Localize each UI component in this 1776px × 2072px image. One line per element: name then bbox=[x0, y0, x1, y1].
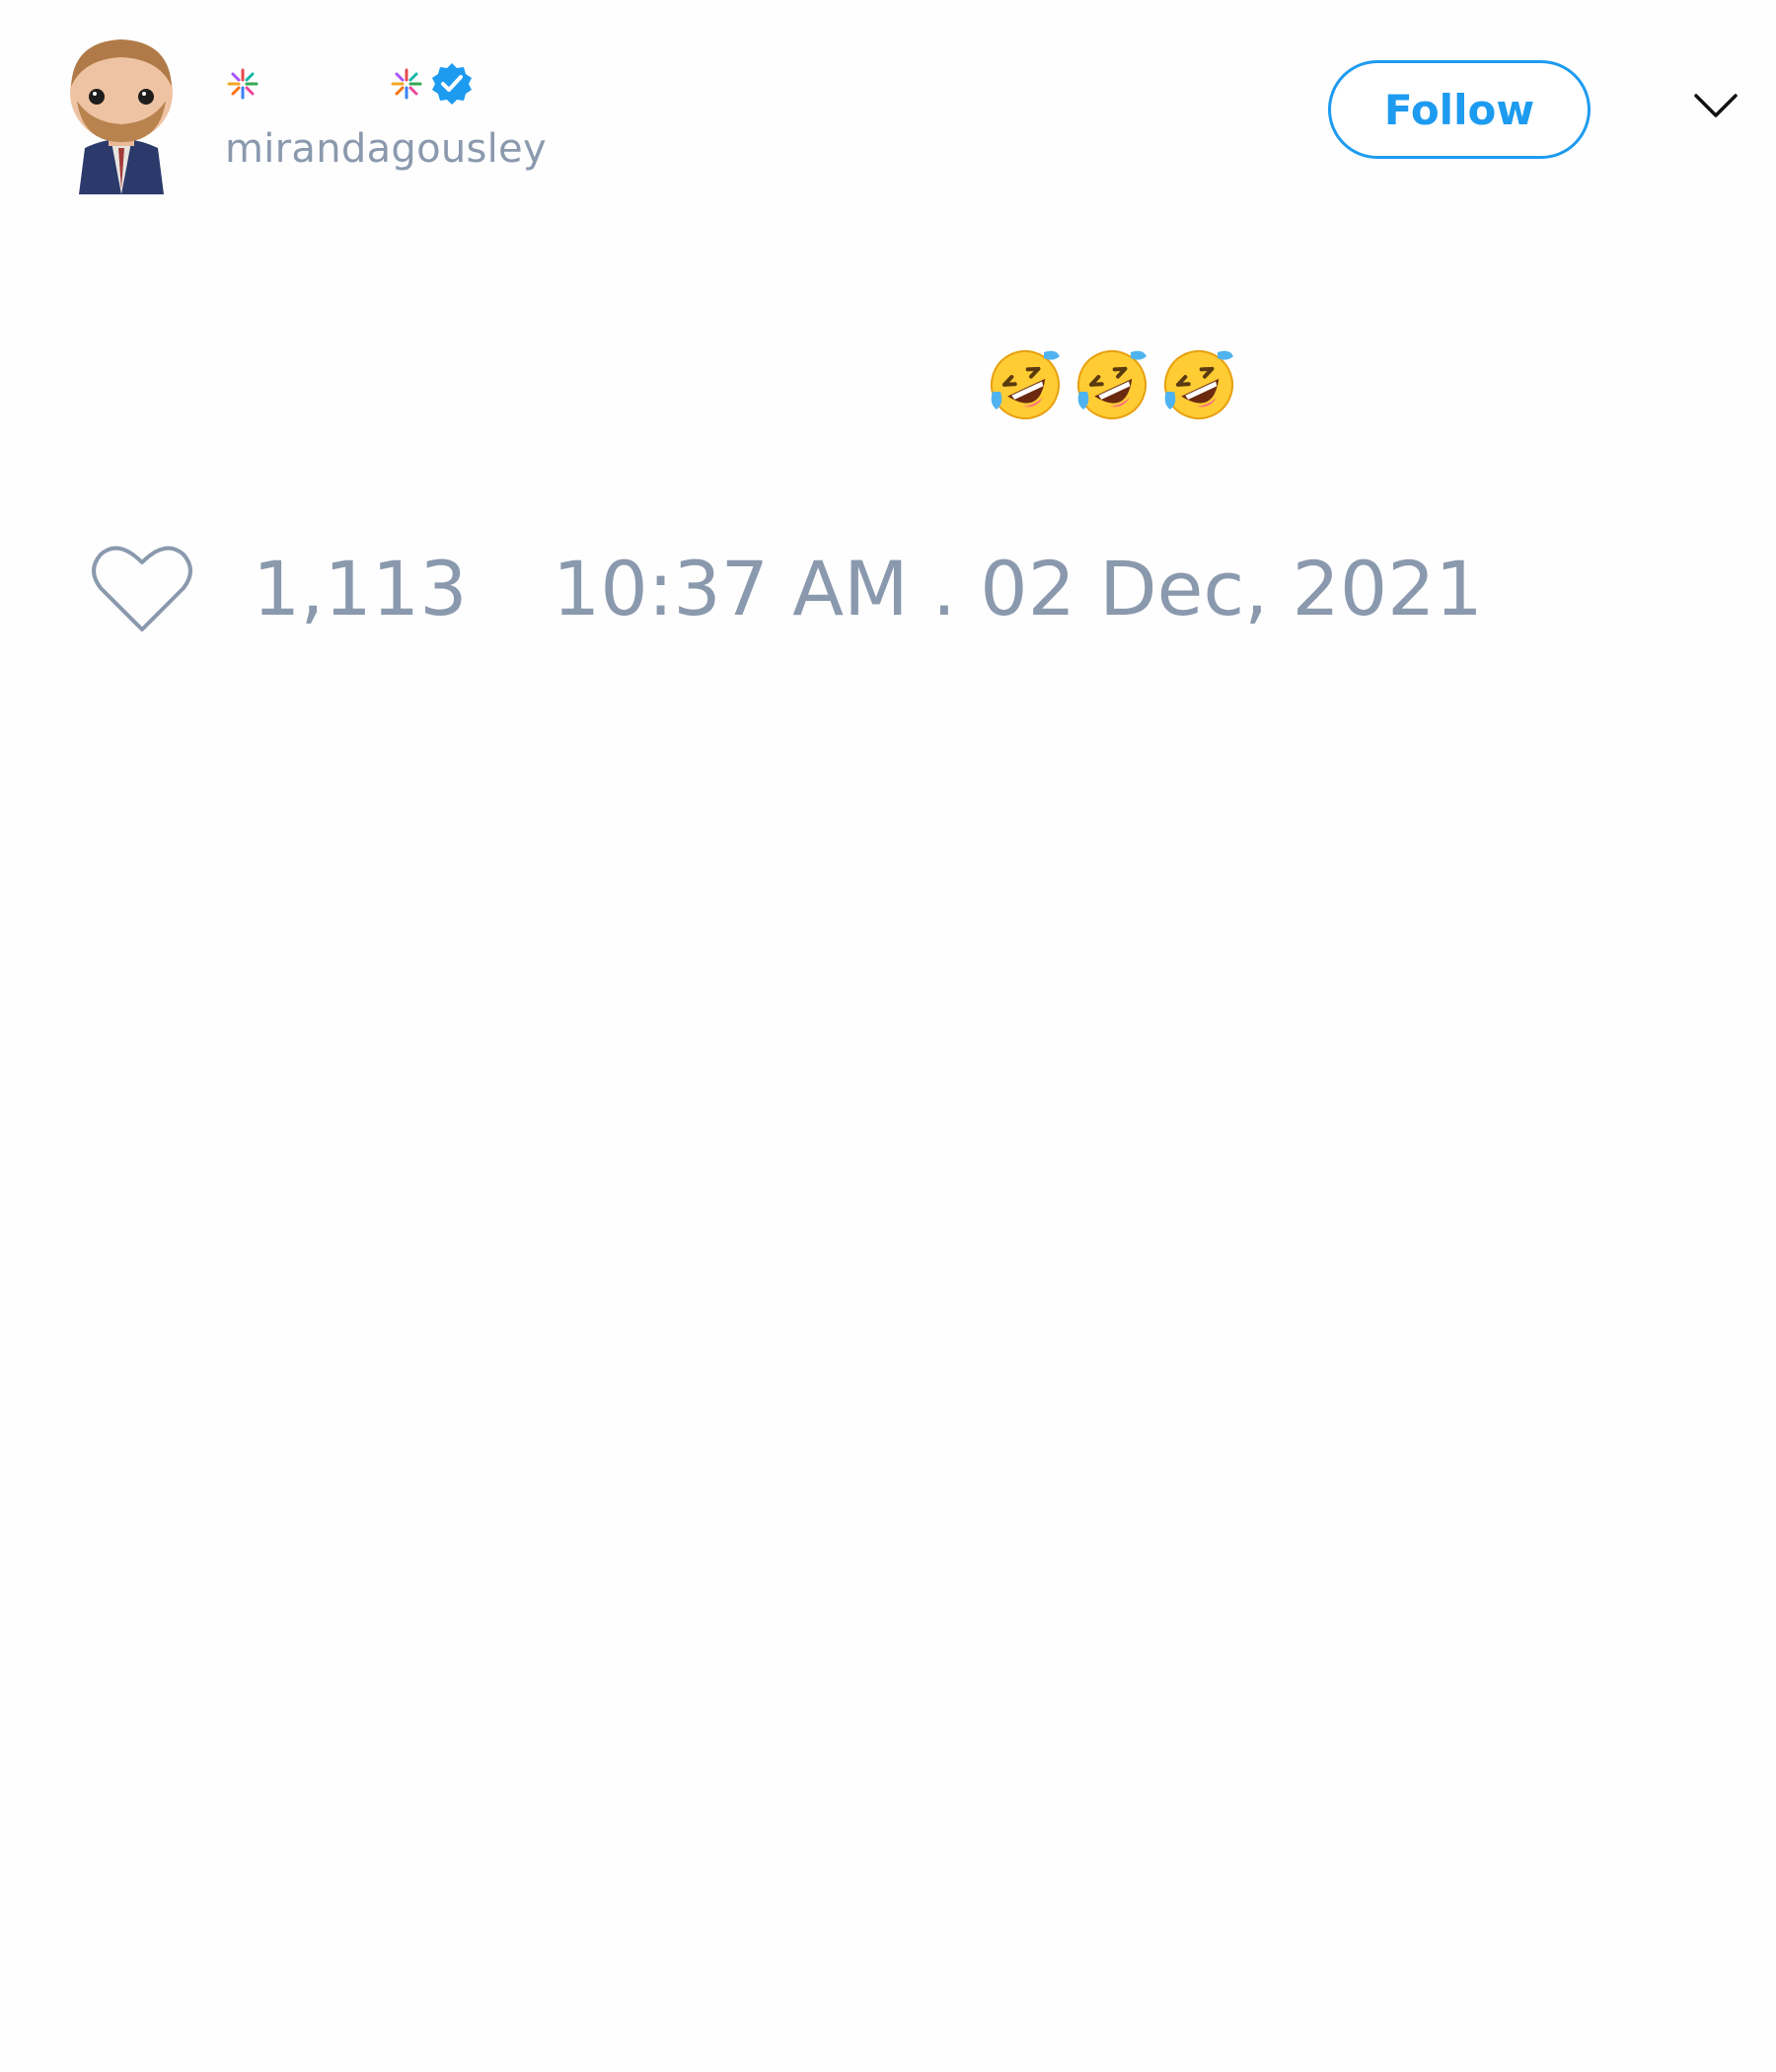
follow-button[interactable]: Follow bbox=[1328, 60, 1591, 159]
avatar[interactable] bbox=[57, 32, 185, 194]
rolling-on-floor-laughing-icon bbox=[1077, 350, 1147, 419]
display-name[interactable] bbox=[225, 57, 476, 111]
sparkle-icon bbox=[227, 68, 259, 100]
chevron-down-icon[interactable] bbox=[1693, 91, 1739, 120]
tweet-timestamp[interactable]: 10:37 AM . 02 Dec, 2021 bbox=[553, 545, 1483, 633]
rolling-on-floor-laughing-icon bbox=[991, 350, 1060, 419]
sparkle-icon bbox=[391, 68, 422, 100]
user-handle[interactable]: mirandagousley bbox=[225, 126, 547, 172]
tweet-text bbox=[987, 345, 1237, 424]
like-count: 1,113 bbox=[253, 545, 468, 632]
rolling-on-floor-laughing-icon bbox=[1164, 350, 1233, 419]
verified-badge-icon bbox=[432, 63, 472, 105]
tweet-card: mirandagousley Follow 1,113 10:37 AM . 0… bbox=[0, 0, 1776, 2072]
heart-icon[interactable] bbox=[89, 541, 195, 635]
